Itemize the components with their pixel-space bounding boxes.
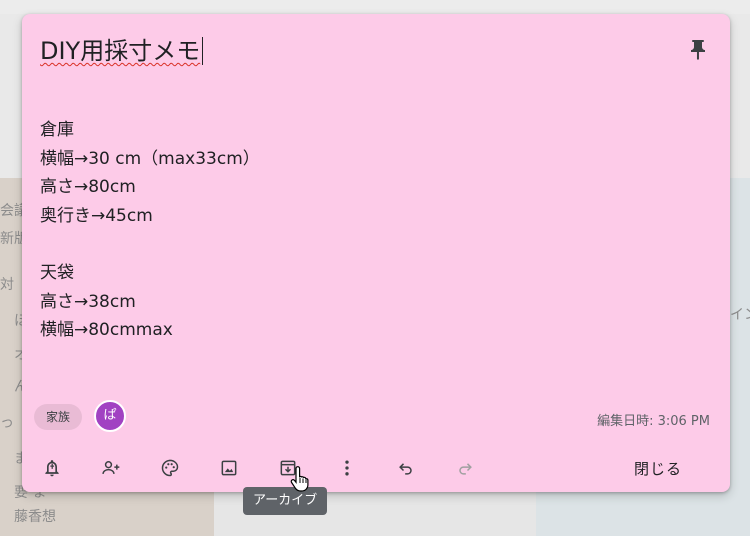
image-icon — [221, 460, 237, 476]
bg-text-fragment: 藤香想 — [14, 509, 56, 525]
pin-button[interactable] — [686, 38, 710, 62]
undo-icon — [399, 463, 412, 475]
note-line: 横幅→30 cm（max33cm） — [40, 148, 260, 169]
undo-button[interactable] — [392, 454, 420, 482]
archive-tooltip: アーカイブ — [243, 487, 328, 515]
palette-icon — [161, 459, 179, 477]
close-button[interactable]: 閉じる — [624, 456, 692, 481]
note-line: 奥行き→45cm — [40, 205, 153, 226]
add-image-button[interactable] — [215, 454, 243, 482]
collaborator-icon — [102, 461, 120, 474]
collaborator-avatar[interactable]: ぱ — [94, 400, 126, 432]
redo-button[interactable] — [451, 454, 479, 482]
bg-text-fragment: イン — [730, 307, 750, 323]
note-toolbar: 閉じる — [22, 450, 730, 486]
note-title-text: DIY用採寸メモ — [40, 37, 201, 65]
bg-text-fragment: 対 — [0, 277, 14, 293]
background-options-button[interactable] — [156, 454, 184, 482]
more-button[interactable] — [333, 454, 361, 482]
note-line: 天袋 — [40, 262, 74, 283]
more-icon — [345, 460, 349, 476]
remind-me-icon — [45, 460, 59, 477]
label-chip[interactable]: 家族 — [34, 404, 83, 430]
note-line: 高さ→38cm — [40, 291, 136, 312]
board-top-strip — [0, 0, 750, 14]
remind-me-button[interactable] — [38, 454, 66, 482]
text-caret — [202, 37, 204, 65]
note-body-field[interactable]: 倉庫 横幅→30 cm（max33cm） 高さ→80cm 奥行き→45cm 天袋… — [40, 116, 680, 345]
note-line: 横幅→80cmmax — [40, 320, 173, 341]
pin-icon — [691, 40, 705, 60]
note-line: 倉庫 — [40, 120, 74, 140]
note-title-field[interactable]: DIY用採寸メモ — [40, 36, 204, 66]
collaborator-button[interactable] — [97, 454, 125, 482]
bg-text-fragment: っ — [0, 415, 14, 431]
edited-timestamp: 編集日時: 3:06 PM — [597, 414, 710, 429]
note-dialog: DIY用採寸メモ 倉庫 横幅→30 cm（max33cm） 高さ→80cm 奥行… — [22, 14, 730, 492]
redo-icon — [459, 463, 472, 475]
hand-cursor-icon — [290, 466, 309, 492]
note-line — [40, 230, 680, 259]
note-line: 高さ→80cm — [40, 177, 136, 198]
